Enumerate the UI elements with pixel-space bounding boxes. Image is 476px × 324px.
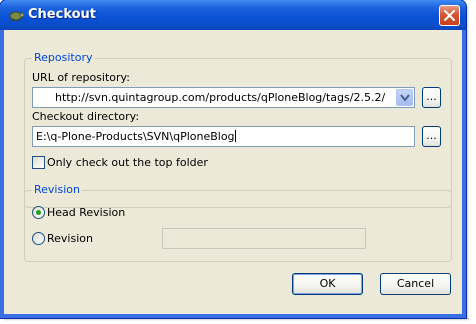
window-shadow-right [466,6,469,320]
url-combobox[interactable]: http://svn.quintagroup.com/products/qPlo… [32,87,415,108]
checkout-dialog: Checkout Repository URL of repository: h… [0,0,466,318]
cancel-button[interactable]: Cancel [380,273,451,295]
radio-selected-dot [36,210,41,215]
window-title: Checkout [28,7,97,22]
ok-button[interactable]: OK [292,273,363,295]
only-top-folder-checkbox[interactable] [32,156,45,169]
url-browse-button[interactable]: ... [422,87,441,108]
repository-group-legend: Repository [32,51,95,64]
url-combobox-value: http://svn.quintagroup.com/products/qPlo… [55,91,386,104]
close-icon [444,10,455,21]
checkout-directory-input[interactable]: E:\q-Plone-Products\SVN\qPloneBlog [32,126,415,147]
text-caret [234,130,236,142]
revision-radio[interactable] [32,232,45,245]
revision-number-input[interactable] [162,228,366,249]
url-label: URL of repository: [32,71,130,84]
dialog-client-area: Repository URL of repository: http://svn… [4,30,462,314]
head-revision-label[interactable]: Head Revision [47,206,125,219]
revision-group-legend: Revision [32,183,82,196]
checkout-directory-value: E:\q-Plone-Products\SVN\qPloneBlog [36,130,235,143]
revision-group: Revision [24,183,452,262]
title-bar[interactable]: Checkout [0,0,466,30]
checkout-directory-label: Checkout directory: [32,110,140,123]
close-button[interactable] [439,5,460,26]
window-shadow-bottom [4,318,469,321]
tortoise-svn-icon [8,8,25,22]
head-revision-radio[interactable] [32,206,45,219]
only-top-folder-label[interactable]: Only check out the top folder [47,156,208,169]
revision-label[interactable]: Revision [47,232,93,245]
chevron-down-icon [400,94,410,102]
checkout-directory-browse-button[interactable]: ... [422,126,441,147]
url-combobox-dropdown-button[interactable] [396,89,413,106]
